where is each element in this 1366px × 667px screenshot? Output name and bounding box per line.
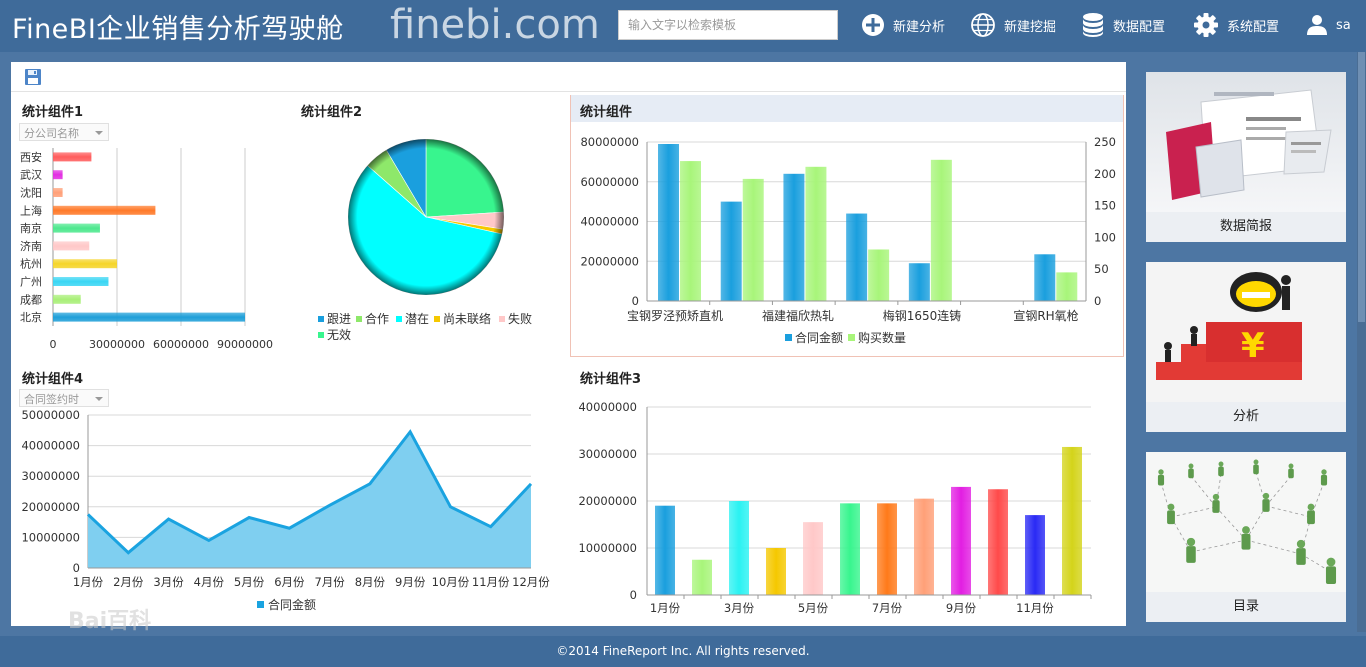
person-head — [1288, 463, 1294, 469]
person-body — [1241, 533, 1251, 550]
person-head — [1242, 526, 1250, 534]
nav-new-mining[interactable]: 新建挖掘 — [970, 11, 1056, 39]
page-scrollbar[interactable] — [1357, 52, 1366, 632]
x-tick-label: 9月份 — [946, 601, 977, 615]
person-body — [1296, 548, 1306, 565]
person-body — [1167, 510, 1175, 525]
person-head — [1218, 461, 1224, 467]
user-name: sa — [1336, 17, 1351, 33]
person-head — [1158, 469, 1164, 475]
network-link — [1170, 506, 1217, 518]
person-body — [1157, 474, 1165, 486]
person-head — [1186, 537, 1196, 547]
nav-system-config-label: 系统配置 — [1227, 19, 1280, 35]
person-body — [1262, 499, 1270, 512]
globe-icon — [971, 13, 995, 37]
network-link — [1190, 475, 1217, 508]
monthly-bar-chart: 0 10000000 20000000 30000000 40000000 1月份 3月份 5… — [578, 400, 1092, 615]
x-tick-label: 1月份 — [650, 601, 681, 615]
y-tick-label: 20000000 — [578, 494, 637, 508]
bar — [655, 505, 675, 595]
user-icon — [1307, 15, 1327, 35]
plus-circle-icon — [862, 14, 884, 36]
bar — [803, 522, 823, 595]
bar — [766, 548, 786, 595]
network-link — [1215, 506, 1247, 541]
bar — [1025, 515, 1045, 595]
person-head — [1253, 459, 1259, 465]
bar — [951, 486, 971, 595]
data-brief-image — [1146, 72, 1346, 212]
y-tick-label: 30000000 — [578, 447, 637, 461]
baidu-watermark: Bai百科 — [68, 609, 152, 634]
app-title: FineBI企业销售分析驾驶舱 — [12, 14, 344, 45]
person-body — [1325, 566, 1337, 585]
x-tick-label: 3月份 — [724, 601, 755, 615]
nav-user-menu[interactable]: sa — [1306, 11, 1351, 39]
nav-new-mining-label: 新建挖掘 — [1004, 19, 1057, 35]
page-footer: ©2014 FineReport Inc. All rights reserve… — [0, 636, 1366, 667]
person-body — [1186, 546, 1196, 563]
x-tick-label: 5月份 — [798, 601, 829, 615]
bar — [988, 489, 1008, 595]
database-icon — [1083, 13, 1103, 37]
person-body — [1218, 466, 1224, 477]
person-body — [1212, 500, 1220, 513]
x-tick-label: 7月份 — [872, 601, 903, 615]
person-head — [1296, 539, 1306, 549]
card-catalog[interactable]: 目录 — [1146, 452, 1346, 622]
bar — [1062, 446, 1082, 595]
person-head — [1321, 469, 1327, 475]
network-link — [1265, 475, 1292, 507]
x-tick-label: 11月份 — [1016, 601, 1054, 615]
person-head — [1307, 503, 1315, 511]
network-link — [1245, 539, 1302, 555]
nav-data-config-label: 数据配置 — [1113, 19, 1166, 35]
bar — [840, 503, 860, 595]
bar — [877, 503, 897, 595]
nav-data-config[interactable]: 数据配置 — [1081, 11, 1165, 39]
person-head — [1326, 557, 1336, 567]
template-search-input[interactable] — [618, 10, 838, 40]
site-watermark: finebi.com — [390, 2, 600, 48]
card-data-brief-label: 数据简报 — [1146, 212, 1346, 242]
gear-icon — [1194, 13, 1218, 37]
bar — [729, 501, 749, 595]
person-body — [1307, 510, 1315, 525]
person-body — [1320, 474, 1328, 486]
person-body — [1253, 464, 1259, 475]
person-head — [1167, 503, 1175, 511]
network-link — [1265, 505, 1312, 518]
top-header: FineBI企业销售分析驾驶舱 finebi.com 新建分析 新建挖掘 数据配… — [0, 0, 1366, 52]
dashboard-panel: 统计组件1 分公司名称 0 30000000 60000000 90000000 西安武… — [11, 62, 1126, 626]
y-tick-label: 0 — [630, 588, 637, 602]
y-tick-label: 10000000 — [578, 541, 637, 555]
nav-new-analysis-label: 新建分析 — [893, 19, 946, 35]
card-catalog-label: 目录 — [1146, 592, 1346, 622]
network-link — [1190, 539, 1247, 553]
person-head — [1188, 463, 1194, 469]
person-head — [1262, 492, 1270, 500]
svg-text:¥: ¥ — [1241, 326, 1265, 366]
y-tick-label: 40000000 — [578, 400, 637, 414]
bar — [914, 498, 934, 595]
nav-system-config[interactable]: 系统配置 — [1193, 11, 1279, 39]
person-head — [1212, 493, 1220, 501]
scrollbar-thumb[interactable] — [1358, 52, 1365, 322]
nav-new-analysis[interactable]: 新建分析 — [861, 11, 945, 39]
bar — [692, 559, 712, 595]
card-analysis-label: 分析 — [1146, 402, 1346, 432]
catalog-image — [1146, 452, 1346, 592]
person-body — [1288, 468, 1294, 479]
card-analysis[interactable]: ¥ 分析 — [1146, 262, 1346, 432]
person-body — [1188, 468, 1194, 479]
card-data-brief[interactable]: 数据简报 — [1146, 72, 1346, 242]
analysis-image: ¥ — [1146, 262, 1346, 402]
